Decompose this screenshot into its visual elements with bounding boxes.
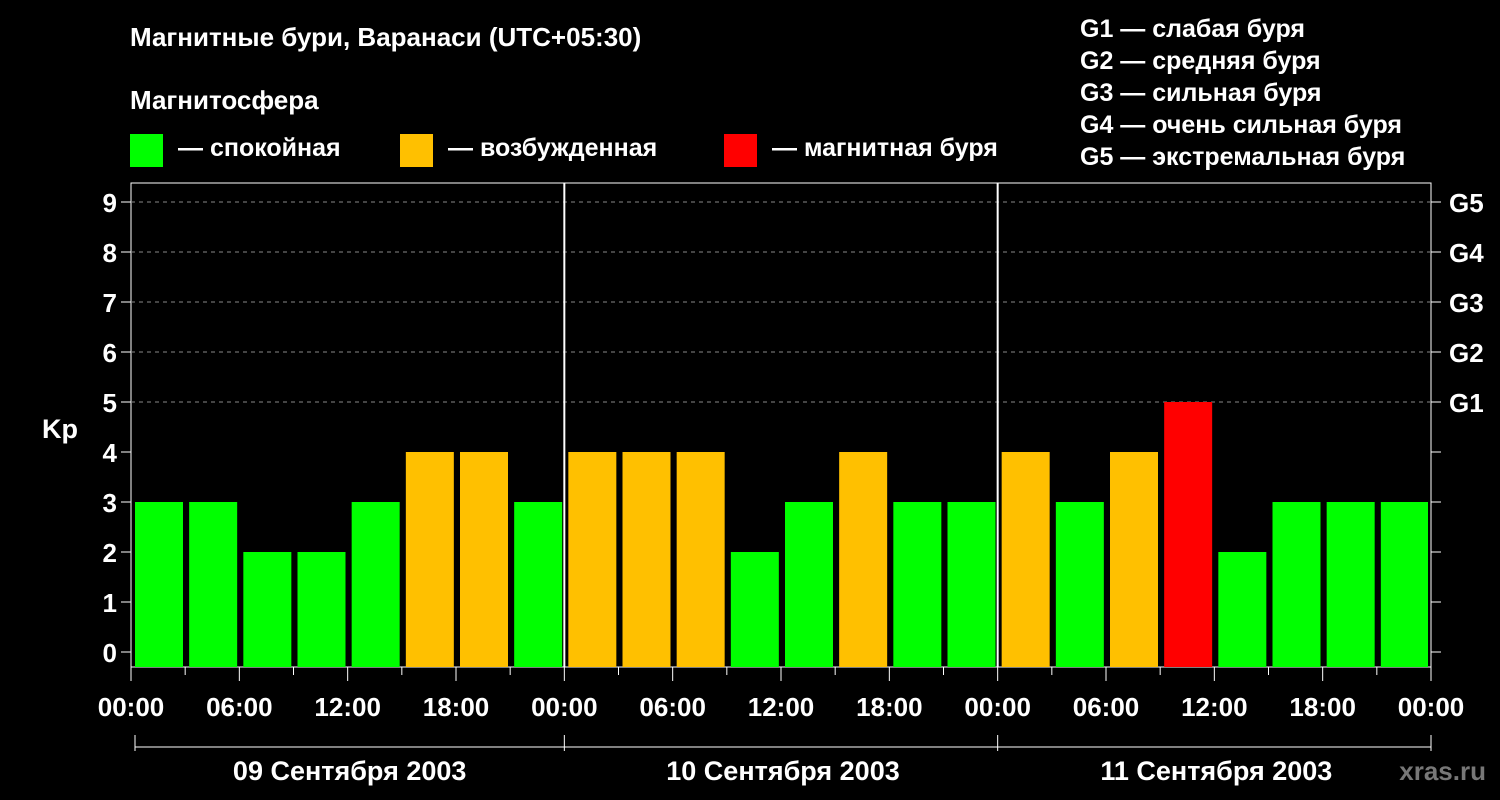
x-tick-label: 18:00 bbox=[856, 692, 923, 722]
y-tick-label: 0 bbox=[103, 638, 117, 668]
x-tick-label: 00:00 bbox=[1398, 692, 1465, 722]
y-tick-label: 8 bbox=[103, 238, 117, 268]
g-tick-label: G4 bbox=[1449, 238, 1484, 268]
y-tick-label: 3 bbox=[103, 488, 117, 518]
g-tick-label: G3 bbox=[1449, 288, 1484, 318]
x-tick-label: 06:00 bbox=[639, 692, 706, 722]
x-tick-label: 12:00 bbox=[748, 692, 815, 722]
g-tick-label: G2 bbox=[1449, 338, 1484, 368]
y-tick-label: 4 bbox=[103, 438, 118, 468]
kp-bar-chart: 0 1 2 3 4 5 6 7 8 9 G1 G2 G3 G4 G5 Kp 00:00 06:00 12:00 18:… bbox=[42, 182, 1484, 786]
x-tick-label: 12:00 bbox=[314, 692, 381, 722]
g-tick-label: G5 bbox=[1449, 188, 1484, 218]
kp-bar bbox=[1380, 502, 1428, 667]
kp-bar bbox=[135, 502, 183, 667]
kp-bar bbox=[1272, 502, 1321, 667]
kp-bar bbox=[460, 452, 508, 667]
kp-bar bbox=[189, 502, 238, 667]
x-tick-label: 18:00 bbox=[1289, 692, 1356, 722]
kp-bar bbox=[351, 502, 400, 667]
x-tick-label: 12:00 bbox=[1181, 692, 1248, 722]
kp-bar bbox=[785, 502, 833, 667]
x-tick-label: 00:00 bbox=[98, 692, 165, 722]
kp-bar bbox=[676, 452, 725, 667]
kp-bar bbox=[568, 452, 617, 667]
date-label: 11 Сентября 2003 bbox=[1100, 756, 1332, 786]
date-label: 09 Сентября 2003 bbox=[233, 756, 466, 786]
watermark: xras.ru bbox=[1399, 756, 1486, 786]
kp-bar bbox=[1164, 402, 1213, 667]
kp-bar bbox=[297, 552, 346, 667]
x-tick-label: 00:00 bbox=[964, 692, 1031, 722]
y-tick-label: 2 bbox=[103, 538, 117, 568]
g-tick-label: G1 bbox=[1449, 388, 1484, 418]
y-tick-label: 1 bbox=[103, 588, 117, 618]
kp-bar bbox=[405, 452, 454, 667]
kp-bar bbox=[1110, 452, 1158, 667]
date-label: 10 Сентября 2003 bbox=[666, 756, 899, 786]
kp-bar bbox=[1218, 552, 1267, 667]
kp-bar bbox=[1326, 502, 1375, 667]
x-tick-label: 00:00 bbox=[531, 692, 598, 722]
kp-bar bbox=[622, 452, 671, 667]
kp-bar bbox=[1001, 452, 1050, 667]
x-tick-label: 06:00 bbox=[206, 692, 273, 722]
kp-bar bbox=[839, 452, 888, 667]
y-tick-label: 9 bbox=[103, 188, 117, 218]
kp-bar bbox=[514, 502, 563, 667]
x-tick-label: 06:00 bbox=[1073, 692, 1140, 722]
y-tick-label: 7 bbox=[103, 288, 117, 318]
kp-bar bbox=[947, 502, 996, 667]
kp-bar bbox=[893, 502, 942, 667]
y-axis-label: Kp bbox=[42, 414, 78, 444]
y-tick-label: 5 bbox=[103, 388, 117, 418]
kp-bar bbox=[243, 552, 292, 667]
x-tick-label: 18:00 bbox=[423, 692, 490, 722]
y-tick-label: 6 bbox=[103, 338, 117, 368]
kp-bar bbox=[1055, 502, 1104, 667]
kp-bar bbox=[730, 552, 779, 667]
